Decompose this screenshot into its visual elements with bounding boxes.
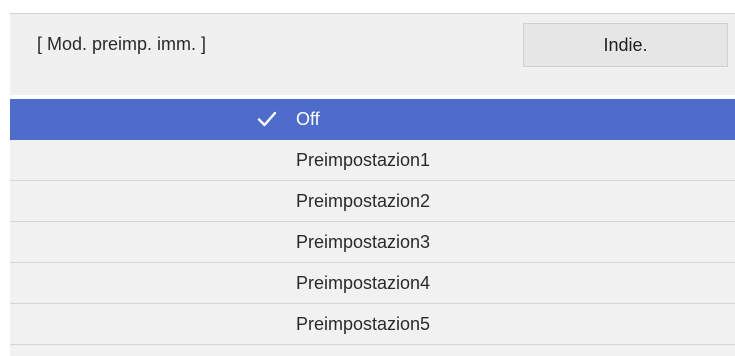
option-preimpostazion1[interactable]: Preimpostazion1 <box>10 140 735 181</box>
preset-mode-panel: [ Mod. preimp. imm. ] Indie. Off Preimpo… <box>0 0 735 356</box>
option-off[interactable]: Off <box>10 99 735 140</box>
preset-options-list: Off Preimpostazion1 Preimpostazion2 Prei… <box>10 99 735 356</box>
menu-title: [ Mod. preimp. imm. ] <box>37 34 207 54</box>
option-label: Preimpostazion5 <box>296 314 431 334</box>
option-preimpostazion2[interactable]: Preimpostazion2 <box>10 181 735 222</box>
option-label: Preimpostazion1 <box>296 150 431 170</box>
option-preimpostazion5[interactable]: Preimpostazion5 <box>10 304 735 345</box>
option-preimpostazion3[interactable]: Preimpostazion3 <box>10 222 735 263</box>
checkmark-icon <box>257 111 277 127</box>
option-label: Preimpostazion2 <box>296 191 431 211</box>
option-preimpostazion4[interactable]: Preimpostazion4 <box>10 263 735 304</box>
back-button[interactable]: Indie. <box>523 23 728 67</box>
menu-header: [ Mod. preimp. imm. ] Indie. <box>10 13 735 95</box>
option-label: Preimpostazion3 <box>296 232 431 252</box>
option-label: Off <box>296 109 320 129</box>
option-label: Preimpostazion4 <box>296 273 431 293</box>
